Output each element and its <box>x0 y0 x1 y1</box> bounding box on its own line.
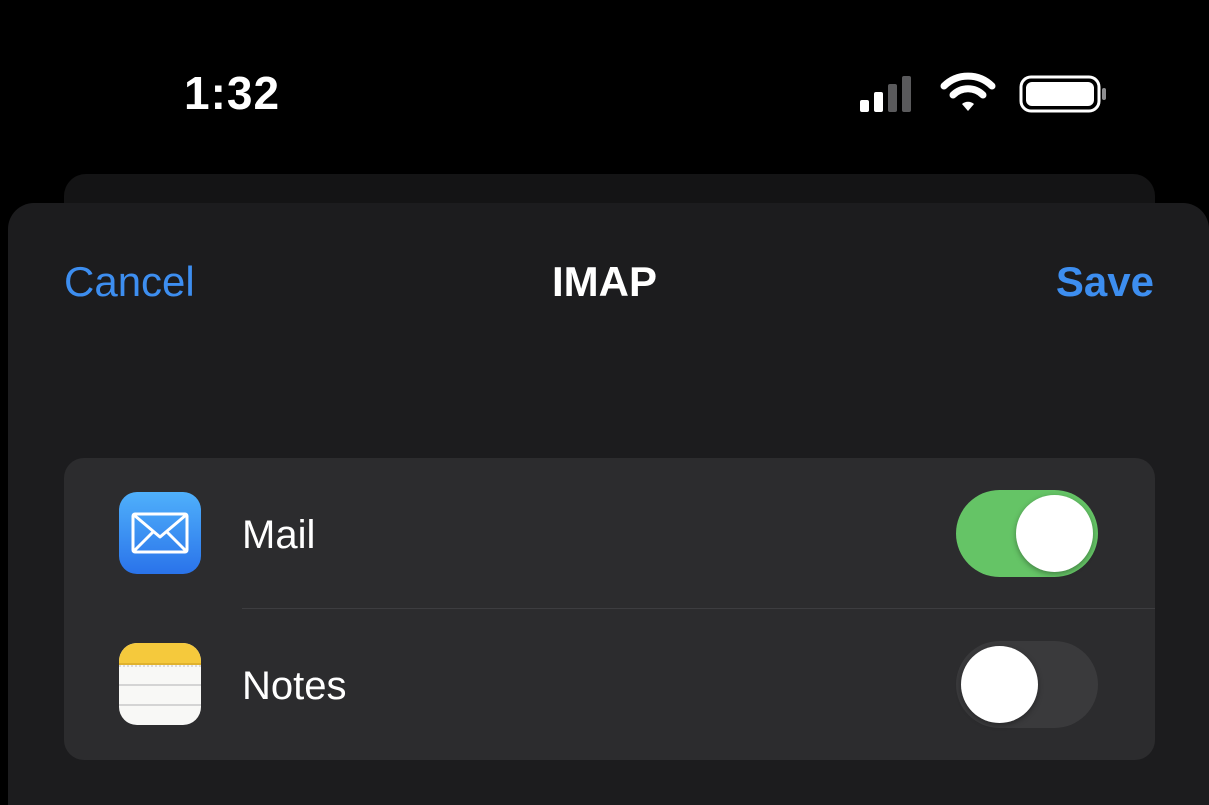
status-bar: 1:32 <box>0 0 1209 170</box>
toggle-knob <box>1016 495 1093 572</box>
battery-icon <box>1019 75 1106 113</box>
page-title: IMAP <box>552 258 657 305</box>
app-toggle-list: Mail Notes <box>64 458 1155 760</box>
cellular-signal-icon <box>860 76 911 112</box>
toggle-knob <box>961 646 1038 723</box>
mail-toggle[interactable] <box>956 490 1098 577</box>
status-time: 1:32 <box>184 67 281 119</box>
save-button[interactable]: Save <box>1056 258 1154 306</box>
wifi-icon <box>940 72 996 111</box>
list-item-mail[interactable]: Mail <box>64 458 1155 609</box>
status-icons <box>858 72 1118 116</box>
notes-app-icon <box>119 643 201 725</box>
notes-label: Notes <box>242 664 347 708</box>
notes-toggle[interactable] <box>956 641 1098 728</box>
mail-label: Mail <box>242 513 316 557</box>
mail-app-icon <box>119 492 201 574</box>
list-item-notes[interactable]: Notes <box>64 609 1155 760</box>
